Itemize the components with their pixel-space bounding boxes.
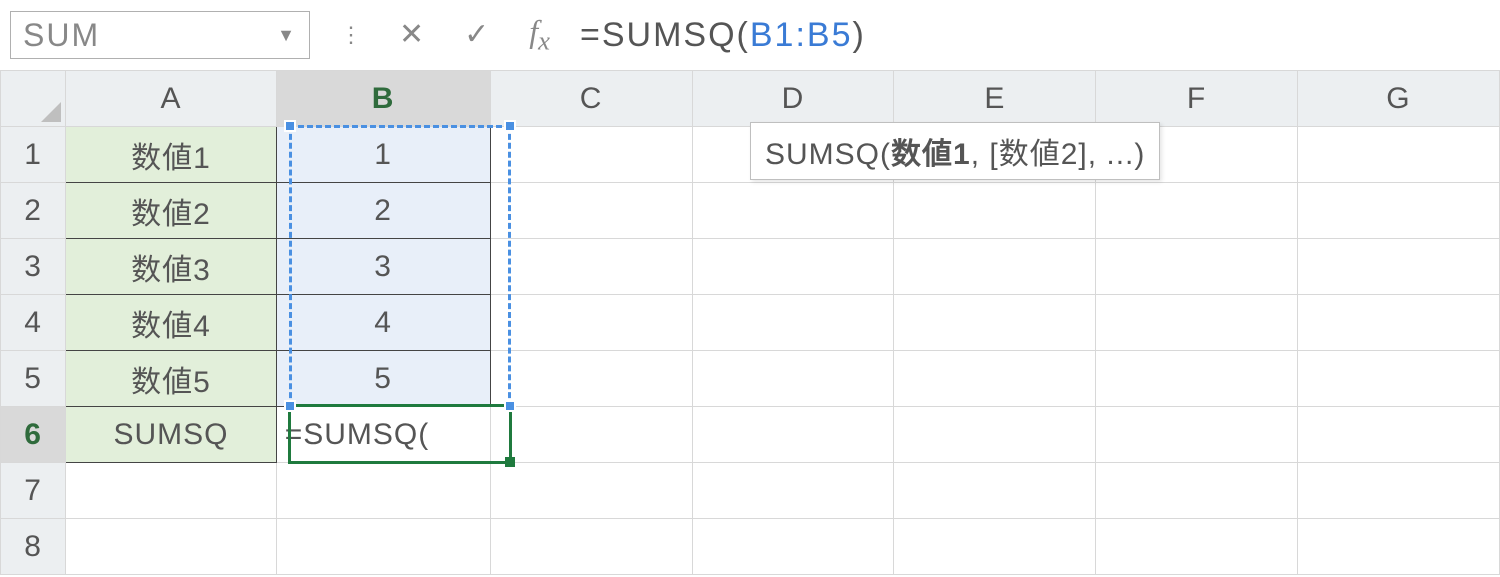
enter-icon[interactable]: ✓ [464, 17, 489, 52]
cell-E5[interactable] [894, 351, 1096, 407]
cell-E8[interactable] [894, 519, 1096, 575]
tooltip-fn: SUMSQ( [765, 138, 891, 171]
row-header-6[interactable]: 6 [1, 407, 66, 463]
cell-G1[interactable] [1297, 127, 1499, 183]
cell-G5[interactable] [1297, 351, 1499, 407]
formula-prefix: =SUMSQ( [580, 16, 750, 55]
cell-D7[interactable] [692, 463, 894, 519]
row-header-2[interactable]: 2 [1, 183, 66, 239]
cell-D2[interactable] [692, 183, 894, 239]
cell-E3[interactable] [894, 239, 1096, 295]
cell-C8[interactable] [490, 519, 692, 575]
name-box-value: SUM [23, 17, 100, 54]
cell-F8[interactable] [1096, 519, 1298, 575]
cell-B7[interactable] [276, 463, 490, 519]
cell-G7[interactable] [1297, 463, 1499, 519]
cell-A7[interactable] [66, 463, 276, 519]
cell-G8[interactable] [1297, 519, 1499, 575]
formula-input[interactable]: =SUMSQ(B1:B5) [580, 16, 1500, 55]
cell-F3[interactable] [1096, 239, 1298, 295]
cell-A3[interactable]: 数値3 [66, 239, 276, 295]
cell-C4[interactable] [490, 295, 692, 351]
fx-icon[interactable]: fx [529, 13, 550, 56]
cell-A8[interactable] [66, 519, 276, 575]
cell-A4[interactable]: 数値4 [66, 295, 276, 351]
cell-B3[interactable]: 3 [276, 239, 490, 295]
col-header-D[interactable]: D [692, 71, 894, 127]
cell-B5[interactable]: 5 [276, 351, 490, 407]
function-tooltip: SUMSQ(数値1, [数値2], ...) [750, 122, 1160, 180]
sheet-area: ABCDEFG1数値112数値223数値334数値445数値556SUMSQ=S… [0, 70, 1500, 575]
cell-E2[interactable] [894, 183, 1096, 239]
cell-D8[interactable] [692, 519, 894, 575]
col-header-E[interactable]: E [894, 71, 1096, 127]
cell-F5[interactable] [1096, 351, 1298, 407]
cell-A2[interactable]: 数値2 [66, 183, 276, 239]
cell-D3[interactable] [692, 239, 894, 295]
cell-G2[interactable] [1297, 183, 1499, 239]
row-header-4[interactable]: 4 [1, 295, 66, 351]
select-all-corner[interactable] [1, 71, 66, 127]
col-header-C[interactable]: C [490, 71, 692, 127]
chevron-down-icon[interactable]: ▼ [277, 25, 297, 46]
cell-B8[interactable] [276, 519, 490, 575]
cell-B6[interactable]: =SUMSQ( [276, 407, 490, 463]
formula-ref: B1:B5 [750, 16, 853, 55]
dots-icon: ⋮ [340, 22, 359, 48]
col-header-G[interactable]: G [1297, 71, 1499, 127]
cell-D6[interactable] [692, 407, 894, 463]
cell-A5[interactable]: 数値5 [66, 351, 276, 407]
row-header-7[interactable]: 7 [1, 463, 66, 519]
cell-B2[interactable]: 2 [276, 183, 490, 239]
cell-C6[interactable] [490, 407, 692, 463]
cell-C7[interactable] [490, 463, 692, 519]
cell-A1[interactable]: 数値1 [66, 127, 276, 183]
cell-E6[interactable] [894, 407, 1096, 463]
col-header-F[interactable]: F [1096, 71, 1298, 127]
formula-bar-buttons: ⋮ ✕ ✓ fx [340, 13, 550, 56]
cell-B4[interactable]: 4 [276, 295, 490, 351]
name-box[interactable]: SUM ▼ [10, 11, 310, 59]
cell-F7[interactable] [1096, 463, 1298, 519]
cancel-icon[interactable]: ✕ [399, 17, 424, 52]
row-header-3[interactable]: 3 [1, 239, 66, 295]
row-header-5[interactable]: 5 [1, 351, 66, 407]
cell-F2[interactable] [1096, 183, 1298, 239]
col-header-A[interactable]: A [66, 71, 276, 127]
row-header-8[interactable]: 8 [1, 519, 66, 575]
cell-A6[interactable]: SUMSQ [66, 407, 276, 463]
cell-D4[interactable] [692, 295, 894, 351]
cell-G4[interactable] [1297, 295, 1499, 351]
cell-E7[interactable] [894, 463, 1096, 519]
col-header-B[interactable]: B [276, 71, 490, 127]
formula-bar: SUM ▼ ⋮ ✕ ✓ fx =SUMSQ(B1:B5) [0, 0, 1500, 70]
cell-F4[interactable] [1096, 295, 1298, 351]
cell-G3[interactable] [1297, 239, 1499, 295]
cell-E4[interactable] [894, 295, 1096, 351]
cell-C3[interactable] [490, 239, 692, 295]
tooltip-arg1: 数値1 [891, 138, 971, 171]
cell-C5[interactable] [490, 351, 692, 407]
cell-G6[interactable] [1297, 407, 1499, 463]
cell-F6[interactable] [1096, 407, 1298, 463]
cell-B1[interactable]: 1 [276, 127, 490, 183]
formula-suffix: ) [853, 16, 866, 55]
cell-C2[interactable] [490, 183, 692, 239]
cell-D5[interactable] [692, 351, 894, 407]
row-header-1[interactable]: 1 [1, 127, 66, 183]
cell-C1[interactable] [490, 127, 692, 183]
tooltip-rest: , [数値2], ...) [971, 138, 1146, 171]
